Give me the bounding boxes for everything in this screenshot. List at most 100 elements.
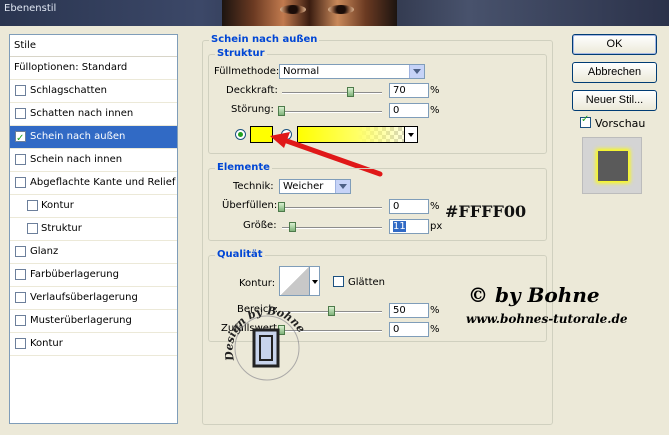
antialias-label: Glätten — [348, 277, 385, 288]
technique-select[interactable]: Weicher — [279, 179, 351, 194]
blend-mode-select[interactable]: Normal — [279, 64, 425, 79]
cancel-button[interactable]: Abbrechen — [572, 62, 657, 83]
size-field[interactable]: 11 — [389, 219, 429, 234]
style-list-item[interactable]: Fülloptionen: Standard — [10, 57, 177, 80]
antialias-checkbox[interactable] — [333, 276, 344, 287]
style-list-item[interactable]: Glanz — [10, 241, 177, 264]
contour-dropdown[interactable] — [310, 266, 320, 296]
noise-label: Störung: — [231, 104, 274, 115]
spread-unit: % — [430, 201, 440, 212]
noise-unit: % — [430, 105, 440, 116]
preview-checkbox[interactable] — [580, 114, 591, 128]
style-item-label: Struktur — [41, 223, 82, 234]
opacity-slider-thumb[interactable] — [347, 87, 354, 97]
noise-slider-track[interactable] — [282, 111, 382, 113]
style-list-item[interactable]: Kontur — [10, 195, 177, 218]
quality-legend: Qualität — [215, 249, 265, 260]
chevron-down-icon — [312, 280, 318, 284]
style-checkbox[interactable] — [15, 177, 26, 188]
title-bar: Ebenenstil — [0, 0, 669, 26]
panel-title: Schein nach außen — [209, 34, 320, 45]
style-item-label: Farbüberlagerung — [30, 269, 119, 280]
check-icon — [581, 114, 590, 127]
style-checkbox[interactable] — [27, 223, 38, 234]
style-list-item[interactable]: Schein nach außen — [10, 126, 177, 150]
spread-field[interactable]: 0 — [389, 199, 429, 214]
style-checkbox[interactable] — [15, 269, 26, 280]
photo-eye-left — [280, 5, 306, 14]
style-list-item[interactable]: Verlaufsüberlagerung — [10, 287, 177, 310]
style-item-label: Schein nach außen — [30, 131, 126, 142]
style-checkbox[interactable] — [15, 128, 26, 150]
style-checkbox[interactable] — [15, 85, 26, 96]
style-item-label: Schatten nach innen — [30, 108, 134, 119]
range-unit: % — [430, 305, 440, 316]
blend-mode-value: Normal — [283, 66, 320, 77]
style-list-header[interactable]: Stile — [10, 35, 177, 57]
style-checkbox[interactable] — [15, 315, 26, 326]
contour-label: Kontur: — [239, 278, 276, 289]
opacity-label: Deckkraft: — [226, 85, 278, 96]
style-item-label: Kontur — [30, 338, 63, 349]
elements-legend: Elemente — [215, 162, 272, 173]
style-item-label: Schein nach innen — [30, 154, 123, 165]
blend-mode-label: Füllmethode: — [214, 66, 280, 77]
opacity-slider-track[interactable] — [282, 92, 382, 94]
structure-legend: Struktur — [215, 48, 267, 59]
style-checkbox[interactable] — [15, 108, 26, 119]
chevron-down-icon[interactable] — [335, 180, 350, 193]
size-label: Größe: — [243, 220, 277, 231]
noise-slider-thumb[interactable] — [278, 106, 285, 116]
technique-label: Technik: — [233, 181, 274, 192]
spread-slider-track[interactable] — [282, 207, 382, 209]
opacity-field[interactable]: 70 — [389, 83, 429, 98]
preview-label: Vorschau — [595, 117, 646, 130]
style-item-label: Verlaufsüberlagerung — [30, 292, 138, 303]
ok-button[interactable]: OK — [572, 34, 657, 55]
chevron-down-icon[interactable] — [409, 65, 424, 78]
style-list[interactable]: Stile Fülloptionen: Standard Schlagschatt… — [9, 34, 178, 424]
style-checkbox[interactable] — [15, 246, 26, 257]
style-list-item[interactable]: Schlagschatten — [10, 80, 177, 103]
size-slider-thumb[interactable] — [289, 222, 296, 232]
size-unit: px — [430, 221, 443, 232]
style-list-item[interactable]: Struktur — [10, 218, 177, 241]
preview-square — [598, 151, 628, 181]
range-slider-thumb[interactable] — [328, 306, 335, 316]
spread-slider-thumb[interactable] — [278, 202, 285, 212]
style-checkbox[interactable] — [15, 154, 26, 165]
range-field[interactable]: 50 — [389, 303, 429, 318]
style-item-label: Kontur — [41, 200, 74, 211]
new-style-button[interactable]: Neuer Stil... — [572, 90, 657, 111]
style-list-items: Fülloptionen: Standard Schlagschatten Scha… — [10, 57, 177, 356]
style-list-item[interactable]: Schatten nach innen — [10, 103, 177, 126]
style-item-label: Abgeflachte Kante und Relief — [30, 177, 176, 188]
style-checkbox[interactable] — [27, 200, 38, 211]
website-annotation: www.bohnes-tutorale.de — [466, 312, 628, 326]
header-photo — [222, 0, 397, 26]
chevron-down-icon — [408, 133, 414, 137]
jitter-field[interactable]: 0 — [389, 322, 429, 337]
style-item-label: Schlagschatten — [30, 85, 107, 96]
style-checkbox[interactable] — [15, 292, 26, 303]
style-list-item[interactable]: Kontur — [10, 333, 177, 356]
window-title: Ebenenstil — [4, 3, 57, 14]
opacity-unit: % — [430, 85, 440, 96]
style-item-label: Fülloptionen: Standard — [14, 62, 128, 73]
style-item-label: Glanz — [30, 246, 59, 257]
jitter-unit: % — [430, 324, 440, 335]
size-slider-track[interactable] — [282, 227, 382, 229]
technique-value: Weicher — [283, 181, 324, 192]
style-list-item[interactable]: Schein nach innen — [10, 149, 177, 172]
author-annotation: © by Bohne — [468, 283, 600, 307]
contour-preview[interactable] — [279, 266, 310, 296]
watermark-logo: Design by Bohne — [222, 304, 308, 381]
style-item-label: Musterüberlagerung — [30, 315, 132, 326]
style-list-item[interactable]: Abgeflachte Kante und Relief — [10, 172, 177, 195]
solid-color-radio[interactable] — [235, 129, 246, 140]
style-list-item[interactable]: Farbüberlagerung — [10, 264, 177, 287]
style-list-item[interactable]: Musterüberlagerung — [10, 310, 177, 333]
noise-field[interactable]: 0 — [389, 103, 429, 118]
style-checkbox[interactable] — [15, 338, 26, 349]
spread-label: Überfüllen: — [222, 200, 278, 211]
